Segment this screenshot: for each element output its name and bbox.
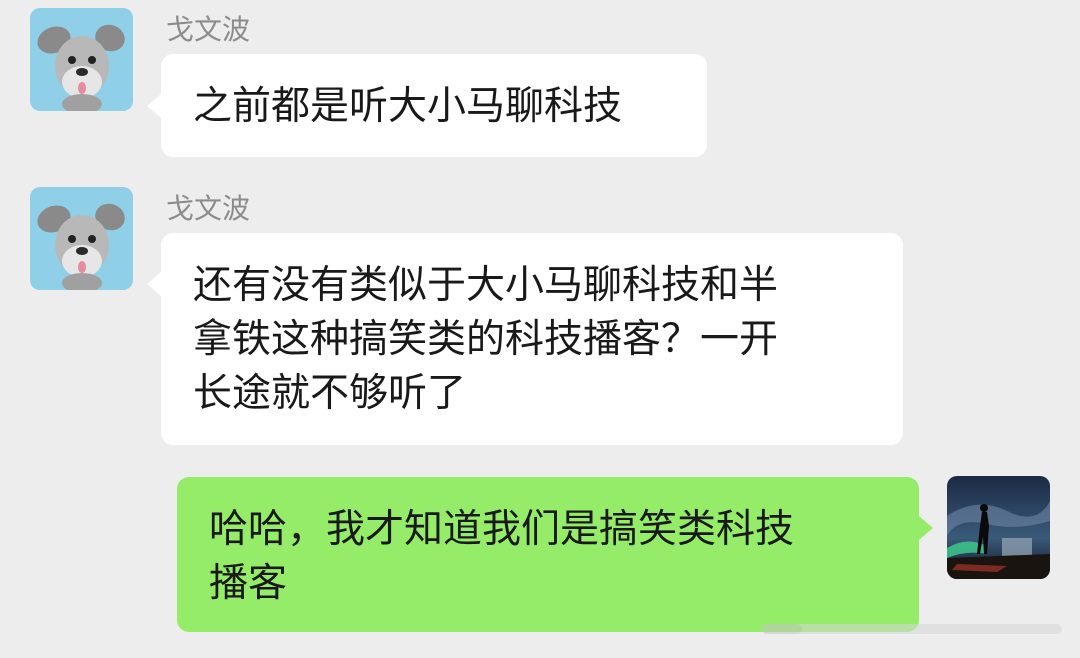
scroll-indicator-icon	[762, 624, 1062, 634]
bubble-tail	[147, 94, 161, 118]
message-text-line: 播客	[209, 561, 288, 606]
message-bubble[interactable]: 之前都是听大小马聊科技	[161, 54, 707, 157]
bubble-tail	[919, 516, 933, 540]
message-text-line: 哈哈，我才知道我们是搞笑类科技	[209, 507, 795, 552]
message-text-line: 拿铁这种搞笑类的科技播客？一开	[193, 317, 779, 362]
sender-name: 戈文波	[166, 192, 251, 225]
contact-avatar[interactable]	[30, 8, 133, 111]
schnauzer-dog-icon	[30, 187, 133, 290]
aurora-night-icon	[947, 476, 1050, 579]
message-text: 之前都是听大小马聊科技	[193, 84, 623, 129]
contact-avatar[interactable]	[30, 187, 133, 290]
message-bubble[interactable]: 哈哈，我才知道我们是搞笑类科技 播客	[177, 477, 919, 632]
message-bubble[interactable]: 还有没有类似于大小马聊科技和半 拿铁这种搞笑类的科技播客？一开 长途就不够听了	[161, 233, 903, 445]
message-text-line: 还有没有类似于大小马聊科技和半	[193, 263, 779, 308]
sender-name: 戈文波	[166, 13, 251, 46]
self-avatar[interactable]	[947, 476, 1050, 579]
bubble-tail	[147, 272, 161, 296]
message-text-line: 长途就不够听了	[193, 371, 467, 416]
schnauzer-dog-icon	[30, 8, 133, 111]
